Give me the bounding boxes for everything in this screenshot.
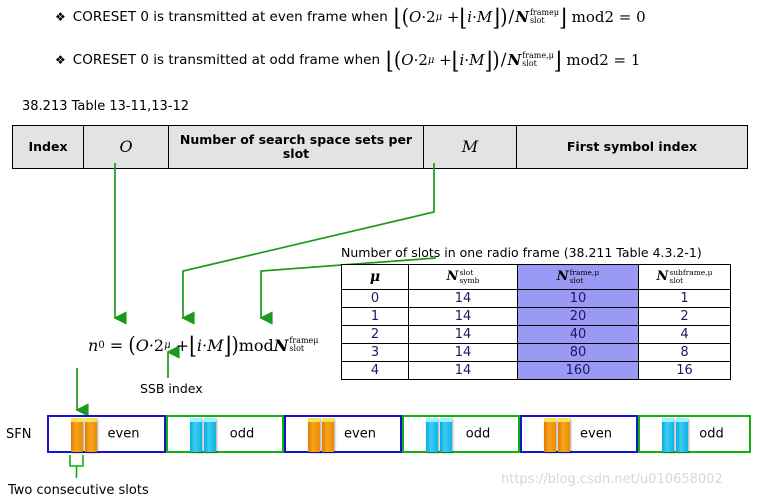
slots-header-mu: μ <box>341 264 409 290</box>
slots-cell-mu: 0 <box>341 289 409 308</box>
spec-header-first-symbol-index: First symbol index <box>516 125 748 169</box>
two-consecutive-slots-annotation: Two consecutive slots <box>8 483 149 498</box>
frame-label: odd <box>229 426 255 442</box>
ssb-index-annotation: SSB index <box>140 381 203 396</box>
bullet-odd-frame: ❖ CORESET 0 is transmitted at odd frame … <box>55 45 641 75</box>
slots-header-nslot-subframe: Nsubframe,μ slot <box>638 264 731 290</box>
table-row: 0 14 10 1 <box>341 289 731 308</box>
slots-cell-mu: 4 <box>341 361 409 380</box>
table-row: 3 14 80 8 <box>341 343 731 362</box>
formula-odd-frame: ⌊(O ·2 μ + ⌊ i · M ⌋) ∕ Nframe,μ slot ⌋ mod2 = 1 <box>386 45 641 75</box>
slots-cell-mu: 3 <box>341 343 409 362</box>
table-row: 4 14 160 16 <box>341 361 731 380</box>
slots-cell-nsymb: 14 <box>408 325 518 344</box>
table-row: Index O Number of search space sets per … <box>12 125 748 169</box>
bullet-odd-frame-text: CORESET 0 is transmitted at odd frame wh… <box>72 52 381 68</box>
mod-result-odd: 1 <box>630 51 641 69</box>
frame-even-2: even <box>284 415 402 453</box>
slots-cell-nslot-frame: 20 <box>517 307 639 326</box>
table-header-row: μ Nslot symb Nframe,μ slot Nsubframe,μ slot <box>341 264 731 290</box>
slots-cell-nsymb: 14 <box>408 289 518 308</box>
spec-header-o: O <box>83 125 169 169</box>
slots-cell-nslot-frame: 80 <box>517 343 639 362</box>
frame-even-3: even <box>520 415 638 453</box>
formula-even-frame: ⌊(O ·2 μ + ⌊ i · M ⌋) ∕ Nframeμ slot ⌋ mod2 = 0 <box>393 2 646 32</box>
frame-label: odd <box>699 426 724 442</box>
table-row: 1 14 20 2 <box>341 307 731 326</box>
slots-table: μ Nslot symb Nframe,μ slot Nsubframe,μ slot… <box>341 264 731 380</box>
slots-cell-nsymb: 14 <box>408 307 518 326</box>
frame-odd-2: odd <box>402 415 520 453</box>
frame-label: odd <box>465 426 491 442</box>
bullet-even-frame-text: CORESET 0 is transmitted at even frame w… <box>72 9 388 25</box>
slots-cell-nslot-frame: 10 <box>517 289 639 308</box>
slots-header-nsymb-slot: Nslot symb <box>408 264 518 290</box>
sfn-label: SFN <box>6 427 32 442</box>
mod-result-even: 0 <box>636 8 646 26</box>
spec-header-search-space-sets: Number of search space sets per slot <box>168 125 424 169</box>
slots-cell-nslot-frame: 40 <box>517 325 639 344</box>
slots-table-title: Number of slots in one radio frame (38.2… <box>341 245 702 260</box>
bullet-marker-icon: ❖ <box>55 10 66 24</box>
frame-label: even <box>107 426 140 442</box>
slots-cell-mu: 2 <box>341 325 409 344</box>
slots-header-nslot-frame: Nframe,μ slot <box>517 264 639 290</box>
slots-cell-nslot-subframe: 8 <box>638 343 731 362</box>
slots-cell-nslot-subframe: 1 <box>638 289 731 308</box>
bullet-even-frame: ❖ CORESET 0 is transmitted at even frame… <box>55 2 646 32</box>
bullet-marker-icon: ❖ <box>55 53 66 67</box>
spec-header-m: M <box>423 125 517 169</box>
spec-table: Index O Number of search space sets per … <box>12 125 748 169</box>
spec-table-caption: 38.213 Table 13-11,13-12 <box>22 99 190 114</box>
slots-cell-nslot-frame: 160 <box>517 361 639 380</box>
frame-odd-3: odd <box>638 415 751 453</box>
slots-cell-mu: 1 <box>341 307 409 326</box>
slots-cell-nsymb: 14 <box>408 343 518 362</box>
watermark: https://blog.csdn.net/u010658002 <box>501 472 723 487</box>
spec-header-index: Index <box>12 125 84 169</box>
frame-odd-1: odd <box>166 415 284 453</box>
slots-cell-nsymb: 14 <box>408 361 518 380</box>
slots-cell-nslot-subframe: 2 <box>638 307 731 326</box>
frame-label: even <box>580 426 612 442</box>
sfn-timeline: even odd even odd even odd <box>47 415 751 453</box>
frame-label: even <box>344 426 376 442</box>
slots-cell-nslot-subframe: 4 <box>638 325 731 344</box>
frame-even-1: even <box>47 415 166 453</box>
slots-cell-nslot-subframe: 16 <box>638 361 731 380</box>
formula-n0: n0 = (O ·2 μ + ⌊ i · M ⌋) mod Nframeμ slot <box>88 330 319 360</box>
table-row: 2 14 40 4 <box>341 325 731 344</box>
